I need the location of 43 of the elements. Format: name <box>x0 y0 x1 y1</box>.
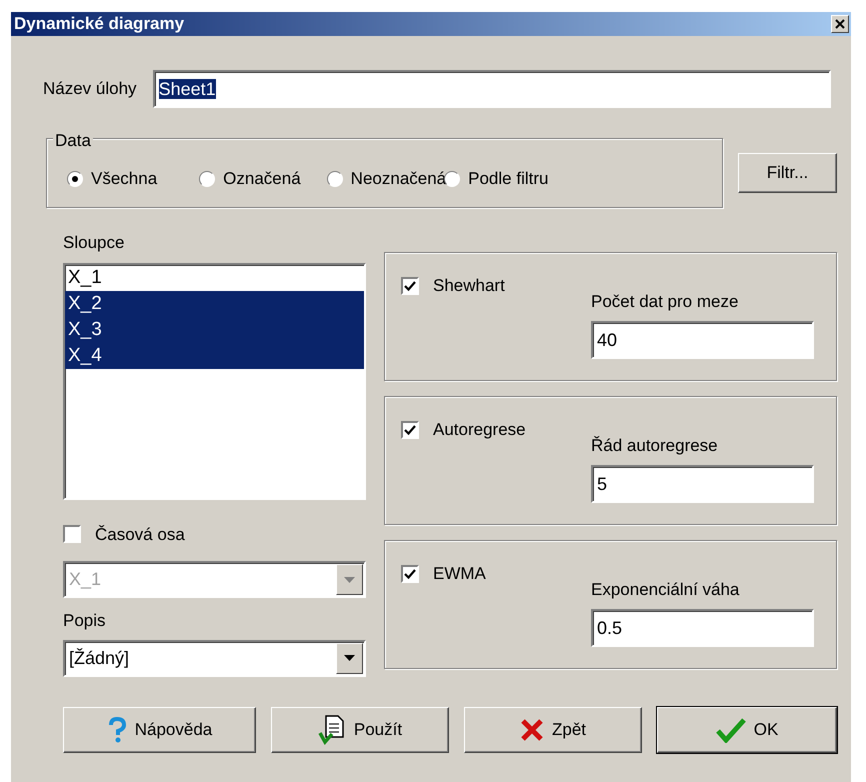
checkbox-label: Shewhart <box>433 275 505 297</box>
field-label: Řád autoregrese <box>591 435 719 457</box>
field-label: Exponenciální váha <box>591 579 740 601</box>
dialog-button[interactable]: Zpět <box>464 706 642 752</box>
chart-checkbox[interactable] <box>401 276 419 295</box>
list-item[interactable]: X_4 <box>65 342 364 368</box>
radio-option[interactable]: Všechna <box>67 166 158 192</box>
checkmark-icon <box>716 716 746 742</box>
checkbox-label: Autoregrese <box>433 419 526 441</box>
help-icon <box>106 716 127 742</box>
dialog-button[interactable]: OK <box>657 706 837 752</box>
list-item[interactable]: X_3 <box>65 316 364 342</box>
dropdown-button[interactable] <box>336 642 363 674</box>
columns-list[interactable]: X_1 X_2 X_3 X_4 <box>63 262 366 500</box>
list-item[interactable]: X_2 <box>65 290 364 316</box>
number-input[interactable]: 0.5 <box>591 608 814 646</box>
dialog-button[interactable]: Nápověda <box>63 706 256 752</box>
dropdown-arrow-icon <box>344 655 355 661</box>
name-input[interactable]: Sheet1 <box>152 70 831 108</box>
number-input[interactable]: 40 <box>591 320 814 358</box>
window-title: Dynamické diagramy <box>14 13 184 36</box>
field-label: Počet dat pro meze <box>591 291 740 313</box>
close-button[interactable] <box>831 15 849 33</box>
filter-button[interactable]: Filtr... <box>738 153 837 193</box>
time-axis-combo: X_1 <box>63 561 366 598</box>
description-combo[interactable]: [Žádný] <box>63 640 366 676</box>
combo-label: Popis <box>63 610 107 632</box>
checkbox-label: EWMA <box>433 563 486 585</box>
chart-checkbox[interactable] <box>401 420 419 439</box>
chart-checkbox[interactable] <box>401 564 419 583</box>
dialog-button[interactable]: Použít <box>271 706 449 752</box>
document-check-icon <box>318 714 346 744</box>
cross-icon <box>520 718 544 742</box>
radio-option[interactable]: Označená <box>199 166 301 192</box>
radio-option[interactable]: Neoznačená <box>326 166 446 192</box>
radio-option[interactable]: Podle filtru <box>444 166 548 192</box>
list-label: Sloupce <box>63 232 126 254</box>
list-item[interactable]: X_1 <box>65 264 364 290</box>
checkbox-label: Časová osa <box>95 524 185 546</box>
field-label: Název úlohy <box>43 78 137 100</box>
dropdown-arrow-icon <box>344 576 355 582</box>
number-input[interactable]: 5 <box>591 464 814 502</box>
close-icon <box>835 19 845 29</box>
